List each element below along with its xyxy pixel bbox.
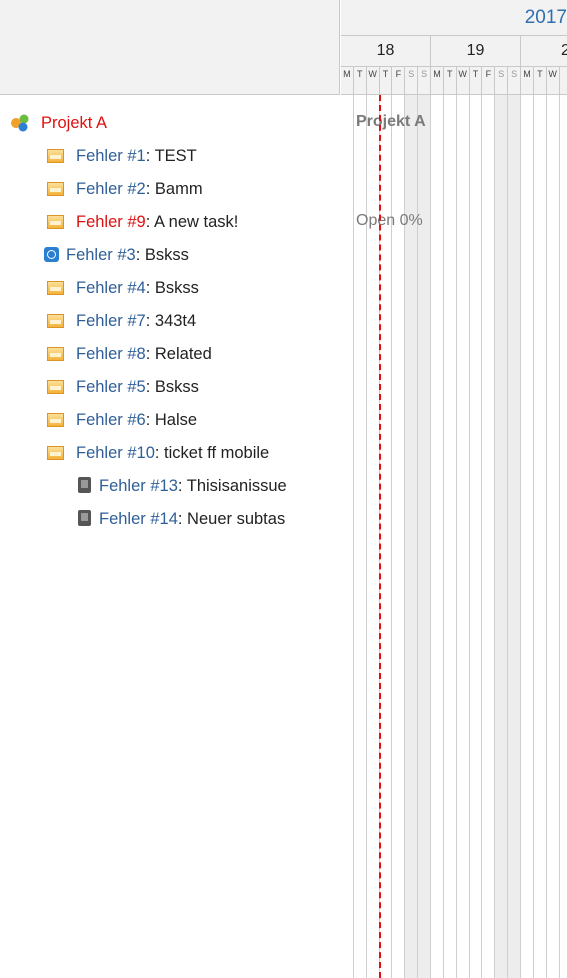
- issue-subject: : Related: [145, 345, 212, 363]
- issue-subject: : Bskss: [135, 246, 189, 264]
- day-column: [457, 95, 470, 978]
- day-letter: W: [547, 67, 560, 95]
- week-label: 2: [521, 36, 567, 66]
- day-letter: S: [405, 67, 419, 95]
- task-icon: [47, 446, 64, 460]
- day-letter: F: [392, 67, 406, 95]
- issue-subject: : Bskss: [145, 279, 199, 297]
- day-letter: T: [354, 67, 367, 95]
- clock-icon: [44, 247, 59, 262]
- day-letter: W: [457, 67, 470, 95]
- project-icon: [11, 114, 29, 132]
- day-letter: T: [380, 67, 393, 95]
- issue-link[interactable]: Fehler #7: [76, 312, 146, 330]
- issue-subject: : TEST: [145, 147, 197, 165]
- tree-header: [0, 0, 340, 95]
- day-column: [431, 95, 444, 978]
- day-letter: W: [367, 67, 380, 95]
- issue-link[interactable]: Fehler #10: [76, 444, 155, 462]
- gantt-day-header: MTWTFSSMTWTFSSMTW: [341, 66, 567, 95]
- task-icon: [47, 380, 64, 394]
- day-letter: M: [431, 67, 444, 95]
- gantt-chart: 2017 18 19 2 MTWTFSSMTWTFSSMTW Projekt A…: [341, 0, 567, 978]
- issue-link[interactable]: Fehler #13: [99, 477, 178, 495]
- day-letter: M: [341, 67, 354, 95]
- day-column: [521, 95, 534, 978]
- tree-row-project[interactable]: Projekt A: [0, 110, 340, 136]
- day-column: [444, 95, 457, 978]
- issue-link[interactable]: Fehler #14: [99, 510, 178, 528]
- task-icon: [47, 281, 64, 295]
- day-letter: S: [418, 67, 432, 95]
- issue-link[interactable]: Fehler #1: [76, 147, 146, 165]
- day-column: [341, 95, 354, 978]
- issue-link[interactable]: Fehler #3: [66, 246, 136, 264]
- day-column: [534, 95, 547, 978]
- task-icon: [47, 347, 64, 361]
- task-icon: [47, 314, 64, 328]
- gantt-year-header: 2017: [341, 0, 567, 36]
- issue-link[interactable]: Fehler #6: [76, 411, 146, 429]
- project-link[interactable]: Projekt A: [41, 110, 107, 136]
- issue-subject: : ticket ff mobile: [154, 444, 270, 462]
- day-letter: S: [495, 67, 509, 95]
- issue-subject: : 343t4: [145, 312, 197, 330]
- issue-tree: Projekt A Fehler #1: TEST Fehler #2: Bam…: [0, 96, 340, 978]
- day-letter: S: [508, 67, 522, 95]
- day-letter: M: [521, 67, 534, 95]
- day-column: [495, 95, 509, 978]
- day-column: [508, 95, 522, 978]
- week-label: 19: [431, 36, 521, 66]
- issue-subject: : A new task!: [145, 213, 239, 231]
- mobile-icon: [78, 510, 91, 526]
- issue-subject: : Bamm: [145, 180, 203, 198]
- issue-subject: : Halse: [145, 411, 198, 429]
- issue-link[interactable]: Fehler #9: [76, 213, 146, 231]
- issue-subject: : Thisisanissue: [177, 477, 287, 495]
- issue-link[interactable]: Fehler #2: [76, 180, 146, 198]
- day-letter: T: [534, 67, 547, 95]
- task-icon: [47, 149, 64, 163]
- day-letter: T: [444, 67, 457, 95]
- issue-link[interactable]: Fehler #4: [76, 279, 146, 297]
- day-column: [482, 95, 496, 978]
- issue-subject: : Bskss: [145, 378, 199, 396]
- day-column: [470, 95, 483, 978]
- day-letter: F: [482, 67, 496, 95]
- day-letter: T: [470, 67, 483, 95]
- issue-link[interactable]: Fehler #5: [76, 378, 146, 396]
- gantt-project-label: Projekt A: [356, 113, 426, 130]
- week-label: 18: [341, 36, 431, 66]
- day-column: [547, 95, 560, 978]
- today-line: [379, 95, 381, 978]
- task-icon: [47, 182, 64, 196]
- gantt-task-status: Open 0%: [356, 212, 423, 229]
- task-icon: [47, 215, 64, 229]
- issue-link[interactable]: Fehler #8: [76, 345, 146, 363]
- mobile-icon: [78, 477, 91, 493]
- year-label: 2017: [524, 7, 567, 28]
- task-icon: [47, 413, 64, 427]
- gantt-week-header: 18 19 2: [341, 36, 567, 66]
- issue-subject: : Neuer subtas: [177, 510, 286, 528]
